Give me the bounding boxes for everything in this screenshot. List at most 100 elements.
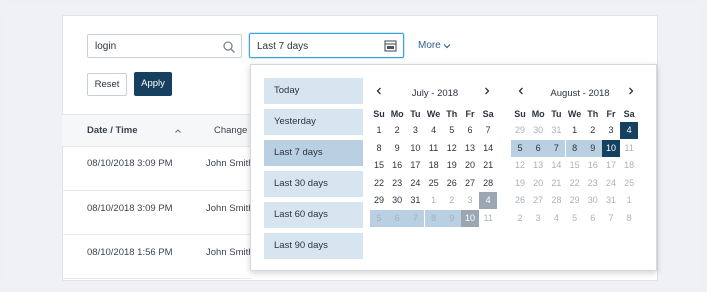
calendar-day[interactable]: 11 xyxy=(479,210,497,227)
calendar-day[interactable]: 2 xyxy=(511,210,529,227)
calendar-day[interactable]: 3 xyxy=(529,210,547,227)
calendar-day[interactable]: 9 xyxy=(388,140,406,157)
preset-last-60-days[interactable]: Last 60 days xyxy=(264,202,363,228)
calendar-day[interactable]: 8 xyxy=(370,140,388,157)
calendar-day[interactable]: 14 xyxy=(479,140,497,157)
calendar-day[interactable]: 27 xyxy=(461,175,479,192)
calendar-day[interactable]: 13 xyxy=(461,140,479,157)
calendar-day[interactable]: 15 xyxy=(566,157,584,174)
reset-button[interactable]: Reset xyxy=(87,73,127,96)
calendar-day[interactable]: 12 xyxy=(443,140,461,157)
preset-last-30-days[interactable]: Last 30 days xyxy=(264,171,363,197)
search-input[interactable]: login xyxy=(87,34,242,58)
calendar-day[interactable]: 24 xyxy=(602,175,620,192)
calendar-day[interactable]: 28 xyxy=(547,192,565,209)
calendar-day[interactable]: 30 xyxy=(529,122,547,139)
calendar-day[interactable]: 24 xyxy=(406,175,424,192)
calendar-day[interactable]: 4 xyxy=(547,210,565,227)
calendar-day[interactable]: 4 xyxy=(425,122,443,139)
calendar-day[interactable]: 7 xyxy=(602,210,620,227)
calendar-day[interactable]: 21 xyxy=(547,175,565,192)
calendar-day[interactable]: 4 xyxy=(620,122,639,139)
calendar-day[interactable]: 5 xyxy=(566,210,584,227)
table-row[interactable] xyxy=(62,147,252,191)
calendar-day[interactable]: 1 xyxy=(425,192,443,209)
calendar-day[interactable]: 1 xyxy=(620,192,638,209)
calendar-day[interactable]: 3 xyxy=(461,192,479,209)
next-month-icon[interactable] xyxy=(626,86,636,96)
calendar-day[interactable]: 31 xyxy=(602,192,620,209)
calendar-day[interactable]: 18 xyxy=(425,157,443,174)
calendar-day[interactable]: 31 xyxy=(406,192,424,209)
calendar-day[interactable]: 20 xyxy=(529,175,547,192)
calendar-day[interactable]: 20 xyxy=(461,157,479,174)
calendar-day[interactable]: 3 xyxy=(406,122,424,139)
calendar-day[interactable]: 15 xyxy=(370,157,388,174)
calendar-day[interactable]: 21 xyxy=(479,157,497,174)
calendar-day[interactable]: 6 xyxy=(584,210,602,227)
calendar-day[interactable]: 6 xyxy=(529,139,548,157)
calendar-day[interactable]: 4 xyxy=(479,192,498,210)
calendar-day[interactable]: 8 xyxy=(565,139,584,157)
preset-today[interactable]: Today xyxy=(264,78,363,104)
calendar-day[interactable]: 27 xyxy=(529,192,547,209)
calendar-day[interactable]: 10 xyxy=(602,139,620,157)
preset-last-7-days[interactable]: Last 7 days xyxy=(264,140,363,166)
calendar-day[interactable]: 31 xyxy=(547,122,565,139)
calendar-day[interactable]: 1 xyxy=(370,122,388,139)
calendar-day[interactable]: 10 xyxy=(406,140,424,157)
calendar-day[interactable]: 19 xyxy=(511,175,529,192)
calendar-day[interactable]: 23 xyxy=(584,175,602,192)
calendar-day[interactable]: 18 xyxy=(620,157,638,174)
calendar-day[interactable]: 28 xyxy=(479,175,497,192)
calendar-day[interactable]: 7 xyxy=(547,139,566,157)
calendar-day[interactable]: 9 xyxy=(442,210,461,227)
calendar-day[interactable]: 2 xyxy=(443,192,461,209)
calendar-day[interactable]: 17 xyxy=(602,157,620,174)
calendar-day[interactable]: 5 xyxy=(511,139,529,157)
calendar-day[interactable]: 10 xyxy=(461,210,479,227)
more-filters-button[interactable]: More xyxy=(418,40,451,51)
calendar-day[interactable]: 7 xyxy=(479,122,497,139)
date-range-input[interactable]: Last 7 days xyxy=(249,33,404,58)
preset-yesterday[interactable]: Yesterday xyxy=(264,109,363,135)
calendar-day[interactable]: 16 xyxy=(584,157,602,174)
calendar-day[interactable]: 5 xyxy=(370,210,388,227)
calendar-day[interactable]: 26 xyxy=(511,192,529,209)
calendar-day[interactable]: 9 xyxy=(583,139,602,157)
prev-month-icon[interactable] xyxy=(516,86,526,96)
calendar-day[interactable]: 3 xyxy=(602,122,620,139)
column-header-change[interactable]: Change xyxy=(214,125,247,136)
calendar-day[interactable]: 29 xyxy=(370,192,388,209)
calendar-day[interactable]: 2 xyxy=(388,122,406,139)
next-month-icon[interactable] xyxy=(482,86,492,96)
sort-asc-icon[interactable] xyxy=(174,127,182,135)
calendar-day[interactable]: 13 xyxy=(529,157,547,174)
calendar-day[interactable]: 30 xyxy=(584,192,602,209)
calendar-day[interactable]: 7 xyxy=(406,210,425,227)
preset-last-90-days[interactable]: Last 90 days xyxy=(264,233,363,259)
calendar-day[interactable]: 8 xyxy=(424,210,443,227)
prev-month-icon[interactable] xyxy=(374,86,384,96)
calendar-day[interactable]: 23 xyxy=(388,175,406,192)
column-header-datetime[interactable]: Date / Time xyxy=(87,125,138,136)
calendar-day[interactable]: 29 xyxy=(511,122,529,139)
calendar-day[interactable]: 12 xyxy=(511,157,529,174)
calendar-day[interactable]: 14 xyxy=(547,157,565,174)
calendar-day[interactable]: 8 xyxy=(620,210,638,227)
apply-button[interactable]: Apply xyxy=(134,72,172,96)
calendar-day[interactable]: 29 xyxy=(566,192,584,209)
calendar-day[interactable]: 25 xyxy=(620,175,638,192)
calendar-day[interactable]: 30 xyxy=(388,192,406,209)
calendar-day[interactable]: 22 xyxy=(370,175,388,192)
calendar-day[interactable]: 26 xyxy=(443,175,461,192)
calendar-day[interactable]: 6 xyxy=(388,210,407,227)
calendar-day[interactable]: 19 xyxy=(443,157,461,174)
calendar-day[interactable]: 11 xyxy=(425,140,443,157)
calendar-day[interactable]: 11 xyxy=(620,140,638,157)
calendar-day[interactable]: 16 xyxy=(388,157,406,174)
calendar-day[interactable]: 2 xyxy=(584,122,602,139)
calendar-day[interactable]: 17 xyxy=(406,157,424,174)
calendar-day[interactable]: 5 xyxy=(443,122,461,139)
calendar-day[interactable]: 22 xyxy=(566,175,584,192)
